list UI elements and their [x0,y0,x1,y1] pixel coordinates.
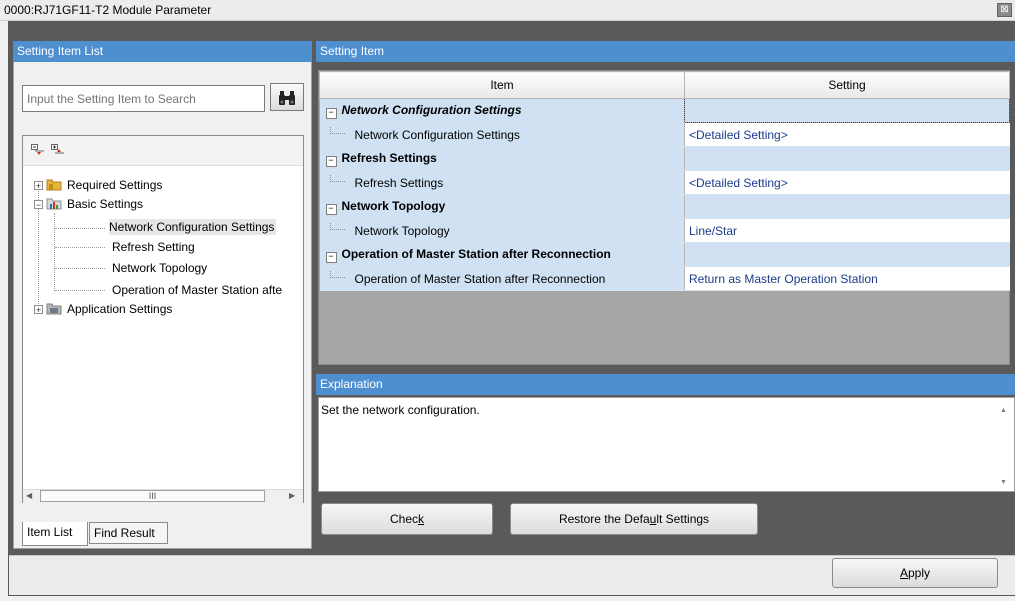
group-setting-cell [684,194,1010,219]
table-row-group[interactable]: − Network Configuration Settings [319,98,1010,123]
folder-chart-icon [46,198,62,210]
tree-item-network-configuration[interactable]: Network Configuration Settings [109,219,277,235]
tree-item-network-topology[interactable]: Network Topology [112,260,207,276]
item-label: Operation of Master Station after Reconn… [354,272,606,286]
collapse-icon[interactable]: − [325,107,337,119]
explanation-text: Set the network configuration. [321,403,480,417]
scroll-thumb[interactable]: III [40,490,265,502]
setting-value[interactable]: Return as Master Operation Station [684,266,1010,291]
window-title: 0000:RJ71GF11-T2 Module Parameter [4,3,212,17]
setting-value[interactable]: <Detailed Setting> [684,170,1010,195]
item-label: Network Topology [354,224,450,238]
scroll-left-icon[interactable]: ◀ [26,491,32,500]
column-header-item[interactable]: Item [319,71,685,99]
group-setting-cell [684,98,1010,123]
setting-tree [22,135,304,503]
collapse-icon[interactable]: − [325,203,337,215]
table-row[interactable]: Operation of Master Station after Reconn… [319,266,1010,291]
group-label: Network Configuration Settings [341,102,522,117]
group-label: Refresh Settings [341,150,437,165]
close-icon[interactable]: ⊠ [997,3,1012,17]
tree-line [55,268,105,269]
setting-item-list-header: Setting Item List [13,41,312,62]
tree-line [55,228,105,229]
expand-icon[interactable]: + [34,181,43,191]
tab-find-result[interactable]: Find Result [89,522,168,544]
folder-gray-icon [46,303,62,315]
table-row-group[interactable]: − Operation of Master Station after Recon… [319,242,1010,267]
scroll-right-icon[interactable]: ▶ [289,491,295,500]
group-label: Operation of Master Station after Reconn… [341,246,611,261]
horizontal-scrollbar[interactable]: ◀ III ▶ [23,489,303,503]
table-row-group[interactable]: − Network Topology [319,194,1010,219]
binoculars-icon [279,90,295,105]
group-setting-cell [684,146,1010,171]
setting-value[interactable]: Line/Star [684,218,1010,243]
check-button[interactable]: Check [321,503,493,535]
explanation-header: Explanation [316,374,1015,395]
table-row[interactable]: Network Topology Line/Star [319,218,1010,243]
column-header-setting[interactable]: Setting [684,71,1010,99]
collapse-icon[interactable]: − [325,155,337,167]
item-label: Network Configuration Settings [354,128,520,142]
settings-table: Item Setting − Network Configuration Sett… [319,71,1010,291]
expand-all-icon[interactable] [51,144,65,156]
search-button[interactable] [270,83,304,111]
group-label: Network Topology [341,198,446,213]
tree-line [54,213,55,291]
tree-item-application-settings[interactable]: Application Settings [67,301,172,317]
item-label: Refresh Settings [354,176,444,190]
scroll-down-icon[interactable]: ▼ [1000,479,1007,486]
table-row[interactable]: Network Configuration Settings <Detailed… [319,122,1010,147]
tab-item-list[interactable]: Item List [22,522,88,546]
tree-item-refresh-setting[interactable]: Refresh Setting [112,239,195,255]
group-setting-cell [684,242,1010,267]
tree-item-operation-master-station[interactable]: Operation of Master Station afte [112,282,302,298]
restore-default-settings-button[interactable]: Restore the Default Settings [510,503,758,535]
tree-line [55,247,105,248]
tree-item-basic-settings[interactable]: Basic Settings [67,196,143,212]
search-input[interactable] [22,85,265,112]
collapse-all-icon[interactable] [31,144,45,156]
expand-icon[interactable]: + [34,305,43,315]
apply-button[interactable]: Apply [832,558,998,588]
table-row[interactable]: Refresh Settings <Detailed Setting> [319,170,1010,195]
scroll-up-icon[interactable]: ▲ [1000,407,1007,414]
setting-value[interactable]: <Detailed Setting> [684,122,1010,147]
tree-line [55,290,105,291]
table-row-group[interactable]: − Refresh Settings [319,146,1010,171]
folder-yellow-icon [46,179,62,191]
tree-item-required-settings[interactable]: Required Settings [67,177,162,193]
collapse-icon[interactable]: − [34,200,43,210]
tree-toolbar [23,136,303,166]
setting-item-header: Setting Item [316,41,1015,62]
collapse-icon[interactable]: − [325,251,337,263]
